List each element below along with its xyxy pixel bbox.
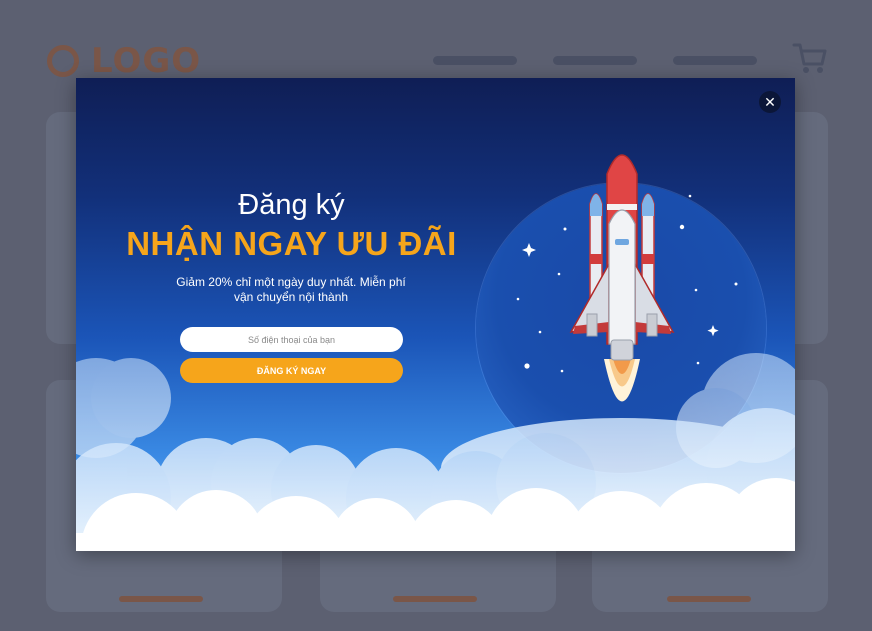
- card-price-bar-2: [393, 596, 477, 602]
- nav-link-placeholder-1[interactable]: [433, 56, 517, 65]
- popup-title: Đăng ký: [238, 189, 345, 221]
- phone-number-input[interactable]: [180, 327, 403, 352]
- popup-subtitle: Giảm 20% chỉ một ngày duy nhất. Miễn phí…: [176, 275, 406, 304]
- cart-icon[interactable]: [792, 42, 828, 76]
- clouds-decoration: [76, 353, 795, 551]
- signup-popup: Đăng ký NHẬN NGAY ƯU ĐÃI Giảm 20% chỉ mộ…: [76, 78, 795, 551]
- card-price-bar-1: [119, 596, 203, 602]
- site-logo[interactable]: LOGO: [47, 41, 201, 81]
- logo-ring-icon: [47, 45, 79, 77]
- close-icon[interactable]: ✕: [759, 91, 781, 113]
- nav-link-placeholder-3[interactable]: [673, 56, 757, 65]
- logo-text: LOGO: [91, 41, 202, 81]
- nav-link-placeholder-2[interactable]: [553, 56, 637, 65]
- card-price-bar-3: [667, 596, 751, 602]
- register-now-button[interactable]: ĐĂNG KÝ NGAY: [180, 358, 403, 383]
- popup-offer-headline: NHẬN NGAY ƯU ĐÃI: [126, 225, 457, 262]
